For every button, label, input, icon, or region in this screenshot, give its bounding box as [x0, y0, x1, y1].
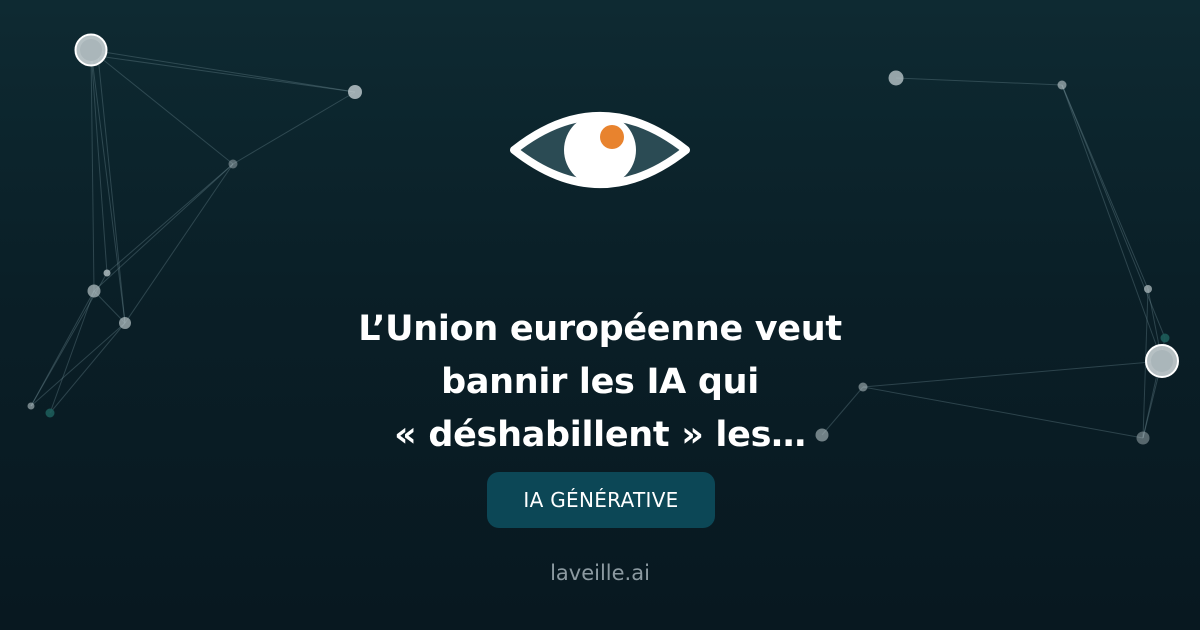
title-line: L’Union européenne veut [358, 309, 842, 349]
category-badge[interactable]: IA GÉNÉRATIVE [487, 472, 715, 528]
eye-icon [510, 112, 690, 188]
title-line: bannir les IA qui [441, 362, 759, 402]
share-card: L’Union européenne veut bannir les IA qu… [0, 0, 1200, 630]
title-line: « déshabillent » les… [394, 415, 806, 455]
article-title: L’Union européenne veut bannir les IA qu… [250, 303, 950, 462]
site-domain: laveille.ai [550, 561, 650, 585]
